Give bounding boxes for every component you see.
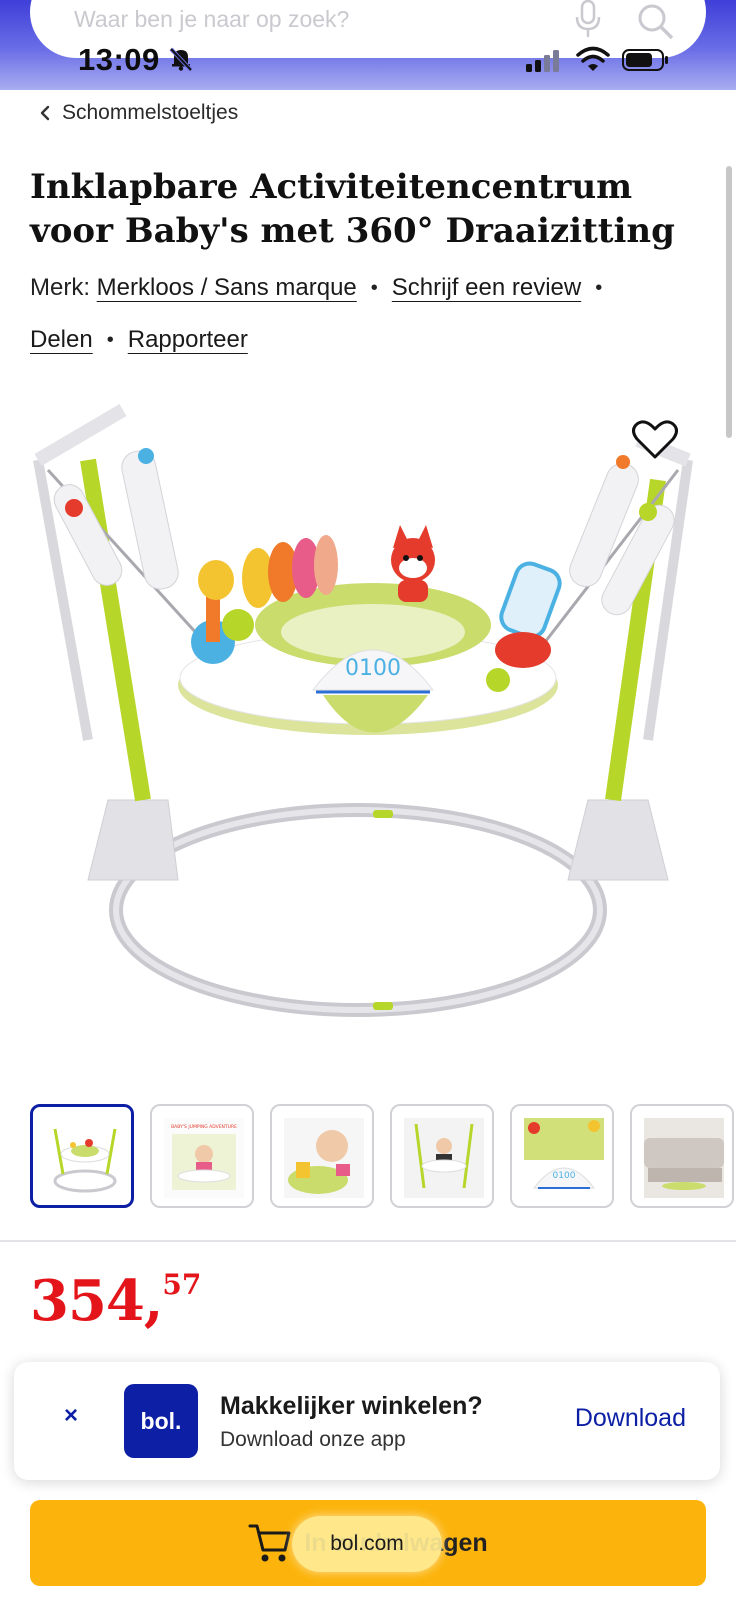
breadcrumb[interactable]: Schommelstoeltjes — [38, 98, 238, 128]
thumbnail-6[interactable] — [630, 1104, 734, 1208]
status-bar: 13:09 — [0, 40, 736, 82]
share-link[interactable]: Delen — [30, 326, 93, 354]
thumbnail-strip: BABY'S JUMPING ADVENTURE 0100 — [30, 1104, 734, 1210]
price-cents: 57 — [162, 1268, 202, 1301]
product-title-line-2: voor Baby's met 360° Draaizitting — [30, 211, 675, 251]
browser-domain-pill[interactable]: bol.com — [292, 1516, 442, 1572]
thumbnail-3[interactable] — [270, 1104, 374, 1208]
thumbnail-5[interactable]: 0100 — [510, 1104, 614, 1208]
thumbnail-1[interactable] — [30, 1104, 134, 1208]
brand-link[interactable]: Merkloos / Sans marque — [97, 274, 357, 302]
thumbnail-4[interactable] — [390, 1104, 494, 1208]
bell-muted-icon — [169, 47, 193, 72]
thumbnail-1-image — [53, 1128, 117, 1193]
section-divider — [0, 1240, 736, 1242]
product-price: 354,57 — [30, 1268, 201, 1334]
search-icon[interactable] — [636, 2, 674, 40]
product-actions-row: Delen • Rapporteer — [30, 326, 248, 354]
product-meta-row: Merk: Merkloos / Sans marque • Schrijf e… — [30, 274, 616, 302]
download-app-button[interactable]: Download — [575, 1404, 686, 1433]
display-counter: 0100 — [345, 656, 401, 681]
scrollbar[interactable] — [726, 166, 732, 438]
separator-dot: • — [595, 276, 603, 299]
thumbnail-3-image — [284, 1118, 364, 1198]
product-title: Inklapbare Activiteitencentrum voor Baby… — [30, 165, 710, 253]
product-title-line-1: Inklapbare Activiteitencentrum — [30, 167, 633, 207]
microphone-icon[interactable] — [574, 0, 602, 38]
separator-dot: • — [106, 328, 114, 351]
thumbnail-4-image — [404, 1118, 484, 1198]
thumbnail-6-image — [644, 1118, 724, 1198]
thumbnail-2[interactable]: BABY'S JUMPING ADVENTURE — [150, 1104, 254, 1208]
product-image[interactable]: 0100 — [28, 400, 708, 1060]
app-download-banner: × bol. Makkelijker winkelen? Download on… — [14, 1362, 720, 1480]
battery-icon — [622, 49, 668, 71]
price-main: 354, — [30, 1268, 163, 1334]
search-input[interactable]: Waar ben je naar op zoek? — [74, 6, 349, 33]
wifi-icon — [576, 46, 610, 71]
chevron-left-icon — [40, 105, 50, 121]
banner-subtitle: Download onze app — [220, 1428, 406, 1451]
bol-app-logo: bol. — [124, 1384, 198, 1458]
separator-dot: • — [370, 276, 378, 299]
thumbnail-2-caption: BABY'S JUMPING ADVENTURE — [171, 1124, 237, 1130]
top-header: Waar ben je naar op zoek? 13:09 — [0, 0, 736, 90]
thumbnail-5-counter: 0100 — [553, 1171, 576, 1181]
status-time: 13:09 — [78, 42, 160, 77]
favorite-heart-icon[interactable] — [632, 418, 678, 460]
brand-prefix: Merk: — [30, 274, 90, 301]
signal-icon — [526, 50, 559, 72]
cart-icon — [248, 1524, 291, 1562]
close-icon[interactable]: × — [64, 1402, 78, 1430]
banner-title: Makkelijker winkelen? — [220, 1392, 483, 1420]
report-link[interactable]: Rapporteer — [128, 326, 248, 354]
thumbnail-2-image: BABY'S JUMPING ADVENTURE — [164, 1118, 244, 1198]
thumbnail-5-image: 0100 — [524, 1118, 604, 1189]
breadcrumb-label[interactable]: Schommelstoeltjes — [62, 101, 238, 125]
write-review-link[interactable]: Schrijf een review — [392, 274, 581, 302]
